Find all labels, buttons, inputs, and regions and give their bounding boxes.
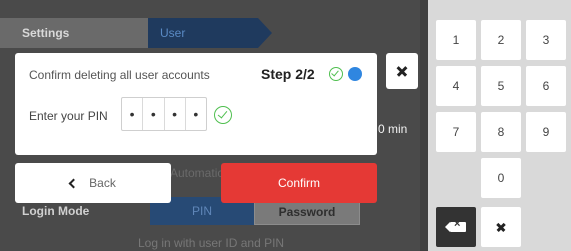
login-mode-hint: Log in with user ID and PIN	[138, 236, 285, 250]
pin-digit: •	[122, 98, 144, 130]
key-6[interactable]: 6	[526, 66, 566, 106]
key-2[interactable]: 2	[481, 20, 521, 60]
pin-label: Enter your PIN	[29, 109, 108, 123]
chevron-left-icon	[68, 178, 79, 188]
pin-digit: •	[193, 106, 199, 122]
key-8[interactable]: 8	[481, 112, 521, 152]
login-mode-label: Login Mode	[22, 204, 90, 218]
pin-digit: •	[143, 98, 165, 130]
dialog-message: Confirm deleting all user accounts	[29, 68, 210, 82]
step-indicator: Step 2/2	[261, 66, 315, 82]
key-7[interactable]: 7	[436, 112, 476, 152]
breadcrumb-user-management[interactable]: User Management	[148, 18, 272, 70]
confirm-delete-dialog: Confirm deleting all user accounts Step …	[15, 53, 377, 155]
back-button[interactable]: Back	[15, 163, 171, 203]
key-5[interactable]: 5	[481, 66, 521, 106]
key-0[interactable]: 0	[481, 158, 521, 198]
back-button-label: Back	[89, 176, 116, 190]
breadcrumb: Settings User Management	[0, 18, 420, 70]
confirm-button[interactable]: Confirm	[221, 163, 377, 203]
backspace-key[interactable]	[436, 207, 476, 247]
backspace-icon	[445, 218, 466, 232]
clear-key[interactable]	[481, 207, 521, 247]
breadcrumb-settings[interactable]: Settings	[0, 18, 164, 48]
pin-valid-check-icon	[214, 106, 232, 124]
step-active-dot-icon	[348, 67, 362, 81]
clear-icon	[495, 221, 507, 233]
pin-digit: •	[165, 98, 186, 130]
key-9[interactable]: 9	[526, 112, 566, 152]
timeout-value: 0 min	[378, 122, 408, 136]
step-complete-check-icon	[329, 67, 343, 81]
key-1[interactable]: 1	[436, 20, 476, 60]
pin-input[interactable]: • • • •	[121, 97, 207, 131]
numeric-keypad: 1 2 3 4 5 6 7 8 9 0	[428, 0, 571, 251]
key-4[interactable]: 4	[436, 66, 476, 106]
key-3[interactable]: 3	[526, 20, 566, 60]
close-dialog-button[interactable]	[386, 53, 418, 89]
automatic-label: Automatic	[170, 166, 224, 180]
